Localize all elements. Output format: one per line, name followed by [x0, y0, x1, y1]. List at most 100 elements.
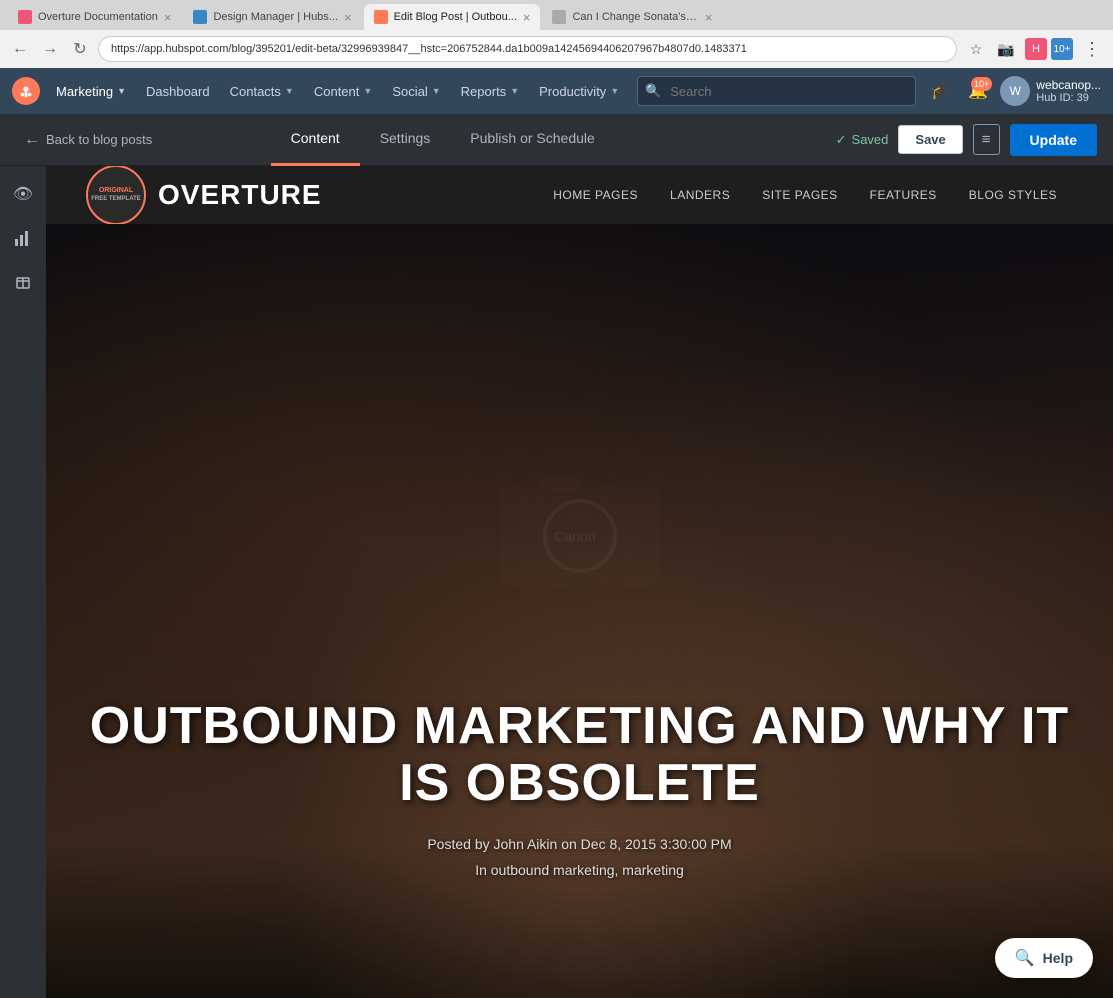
theme-logo-area: ORIGINAL FREE TEMPLATE OVERTURE — [86, 166, 322, 225]
nav-social-label: Social — [392, 84, 427, 99]
tab-publish-label: Publish or Schedule — [470, 130, 595, 146]
address-field[interactable] — [98, 36, 957, 62]
nav-content[interactable]: Content ▼ — [304, 68, 382, 114]
hero-texture — [46, 224, 1113, 998]
user-info[interactable]: webcanop... Hub ID: 39 — [1036, 78, 1101, 104]
saved-indicator: ✓ Saved — [836, 132, 889, 148]
hero-content: OUTBOUND MARKETING AND WHY IT IS OBSOLET… — [46, 698, 1113, 878]
nav-content-caret: ▼ — [363, 86, 372, 96]
nav-contacts[interactable]: Contacts ▼ — [220, 68, 304, 114]
forward-nav-btn[interactable]: → — [38, 37, 62, 61]
search-icon: 🔍 — [645, 83, 661, 99]
preview-area: 👁 ORIGINAL — [0, 166, 1113, 998]
tab-title-1: Overture Documentation — [38, 11, 158, 23]
tab-title-4: Can I Change Sonata's L... — [572, 11, 698, 23]
tab-close-2[interactable]: × — [344, 10, 352, 25]
edit-tabs: Content Settings Publish or Schedule — [271, 114, 615, 166]
svg-text:Canon: Canon — [554, 528, 595, 544]
theme-nav-blog-styles-label: BLOG STYLES — [969, 188, 1057, 202]
theme-nav-features[interactable]: FEATURES — [854, 166, 953, 224]
tab-content-label: Content — [291, 130, 340, 146]
nav-productivity[interactable]: Productivity ▼ — [529, 68, 629, 114]
preview-sidebar: 👁 — [0, 166, 46, 998]
tab-bar: Overture Documentation × Design Manager … — [0, 0, 1113, 30]
help-button[interactable]: 🔍 Help — [995, 938, 1093, 978]
tab-close-1[interactable]: × — [164, 10, 172, 25]
nav-dashboard[interactable]: Dashboard — [136, 68, 220, 114]
hero-tags: In outbound marketing, marketing — [86, 862, 1073, 878]
saved-label: Saved — [852, 132, 889, 147]
browser-chrome: Overture Documentation × Design Manager … — [0, 0, 1113, 68]
nav-reports-label: Reports — [461, 84, 507, 99]
hero-section: Canon OUTBOUND MARKETING AND WHY IT IS O… — [46, 224, 1113, 998]
back-nav-btn[interactable]: ← — [8, 37, 32, 61]
help-icon: 🔍 — [1015, 948, 1035, 968]
theme-nav-links: HOME PAGES LANDERS SITE PAGES FEATURES B… — [362, 166, 1073, 224]
ext-icon-hs[interactable]: H — [1025, 38, 1047, 60]
hubspot-logo — [12, 77, 40, 105]
theme-nav-home-label: HOME PAGES — [553, 188, 638, 202]
user-avatar[interactable]: W — [1000, 76, 1030, 106]
browser-menu-btn[interactable]: ⋮ — [1079, 37, 1105, 62]
tab-settings[interactable]: Settings — [360, 114, 451, 166]
back-to-posts-btn[interactable]: ← Back to blog posts — [16, 127, 160, 153]
nav-social[interactable]: Social ▼ — [382, 68, 450, 114]
save-button[interactable]: Save — [898, 125, 962, 154]
nav-productivity-caret: ▼ — [610, 86, 619, 96]
eye-icon-btn[interactable]: 👁 — [5, 176, 41, 212]
cube-icon-btn[interactable] — [5, 264, 41, 300]
help-label: Help — [1043, 950, 1073, 966]
tab-title-2: Design Manager | Hubs... — [213, 11, 338, 23]
graduation-icon-btn[interactable]: 🎓 — [924, 75, 956, 107]
tab-favicon-1 — [18, 10, 32, 24]
tab-favicon-2 — [193, 10, 207, 24]
tab-close-3[interactable]: × — [523, 10, 531, 25]
nav-marketing[interactable]: Marketing ▼ — [46, 68, 136, 114]
update-button[interactable]: Update — [1010, 124, 1097, 156]
list-view-btn[interactable]: ≡ — [973, 124, 1000, 155]
nav-contacts-label: Contacts — [230, 84, 281, 99]
reload-btn[interactable]: ↻ — [68, 37, 92, 61]
nav-content-label: Content — [314, 84, 360, 99]
tab-3[interactable]: Edit Blog Post | Outbou... × — [364, 4, 541, 30]
nav-dashboard-label: Dashboard — [146, 84, 210, 99]
browser-actions: ☆ 📷 — [963, 36, 1019, 62]
tab-2[interactable]: Design Manager | Hubs... × — [183, 4, 361, 30]
tab-title-3: Edit Blog Post | Outbou... — [394, 11, 517, 23]
theme-logo-text: OVERTURE — [158, 179, 322, 211]
edit-bar: ← Back to blog posts Content Settings Pu… — [0, 114, 1113, 166]
theme-nav: ORIGINAL FREE TEMPLATE OVERTURE HOME PAG… — [46, 166, 1113, 224]
bookmark-btn[interactable]: ☆ — [963, 36, 989, 62]
badge-free: FREE TEMPLATE — [91, 196, 141, 203]
nav-reports-caret: ▼ — [510, 86, 519, 96]
tab-content[interactable]: Content — [271, 114, 360, 166]
top-nav: Marketing ▼ Dashboard Contacts ▼ Content… — [0, 68, 1113, 114]
chart-icon-btn[interactable] — [5, 220, 41, 256]
user-name: webcanop... — [1036, 78, 1101, 92]
notification-badge: 10+ — [971, 77, 992, 91]
notifications-btn[interactable]: 🔔 10+ — [962, 75, 994, 107]
tab-1[interactable]: Overture Documentation × — [8, 4, 181, 30]
tab-4[interactable]: Can I Change Sonata's L... × — [542, 4, 722, 30]
nav-contacts-caret: ▼ — [285, 86, 294, 96]
theme-nav-landers-label: LANDERS — [670, 188, 730, 202]
badge-original: ORIGINAL — [99, 187, 133, 195]
tab-settings-label: Settings — [380, 130, 431, 146]
theme-nav-blog-styles[interactable]: BLOG STYLES — [953, 166, 1073, 224]
theme-nav-site-pages[interactable]: SITE PAGES — [746, 166, 853, 224]
tab-favicon-4 — [552, 10, 566, 24]
tab-publish[interactable]: Publish or Schedule — [450, 114, 615, 166]
check-icon: ✓ — [836, 132, 847, 148]
back-arrow-icon: ← — [24, 131, 40, 149]
theme-logo-badge: ORIGINAL FREE TEMPLATE — [86, 166, 146, 225]
tab-close-4[interactable]: × — [705, 10, 713, 25]
nav-productivity-label: Productivity — [539, 84, 606, 99]
theme-nav-home[interactable]: HOME PAGES — [537, 166, 654, 224]
nav-social-caret: ▼ — [432, 86, 441, 96]
nav-marketing-label: Marketing — [56, 84, 113, 99]
theme-nav-landers[interactable]: LANDERS — [654, 166, 746, 224]
nav-reports[interactable]: Reports ▼ — [451, 68, 529, 114]
ext-icon-apps[interactable]: 10+ — [1051, 38, 1073, 60]
screenshot-btn[interactable]: 📷 — [993, 36, 1019, 62]
search-input[interactable] — [637, 76, 916, 106]
